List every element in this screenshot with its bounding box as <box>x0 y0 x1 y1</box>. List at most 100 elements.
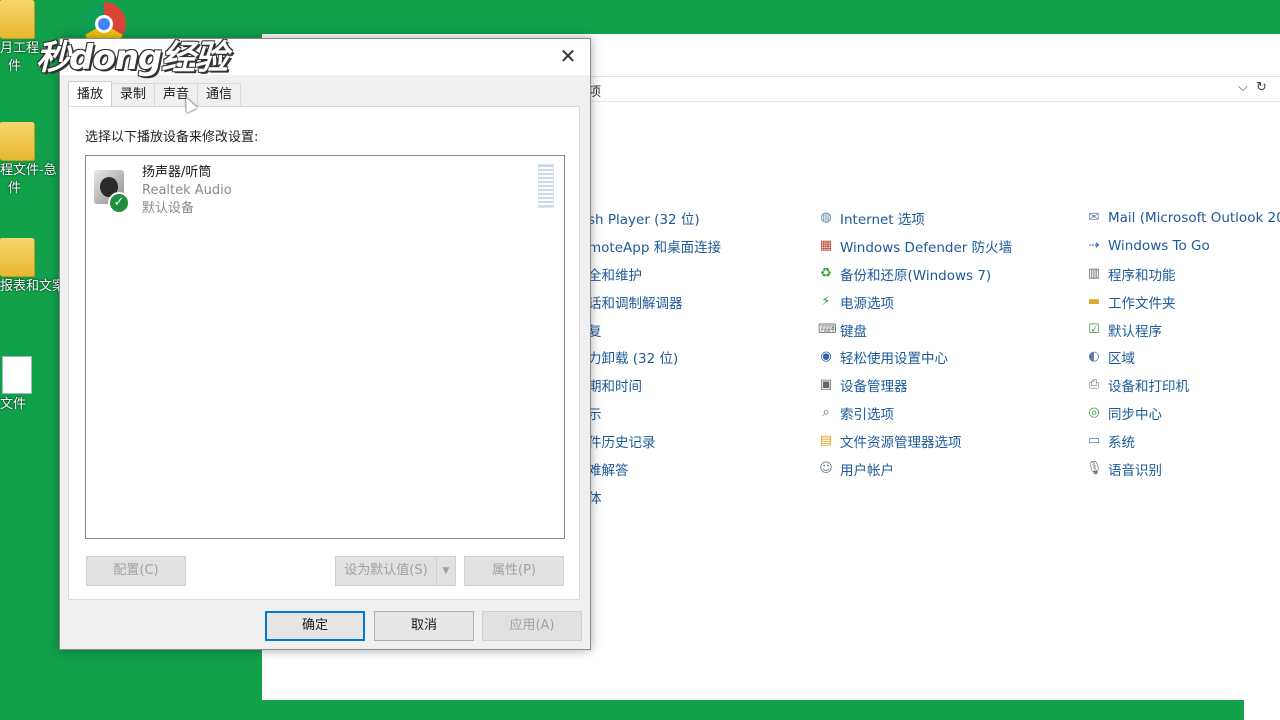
cp-item-label: 设备和打印机 <box>1108 379 1189 396</box>
cp-item-label: 期和时间 <box>588 379 642 396</box>
cp-item-label: 区域 <box>1108 351 1135 368</box>
desktop-folder-3[interactable]: 报表和文案 <box>0 238 65 296</box>
device-driver: Realtek Audio <box>142 183 232 198</box>
cp-item-label: sh Player (32 位) <box>588 211 700 228</box>
cp-item-label: moteApp 和桌面连接 <box>588 239 722 256</box>
cp-item-label: 索引选项 <box>840 407 894 424</box>
cp-item-label: 话和调制解调器 <box>588 295 683 312</box>
cp-item-internet-options[interactable]: ◍ Internet 选项 <box>818 204 1012 232</box>
tab-strip: 播放 录制 声音 通信 <box>68 81 242 107</box>
cp-item-uninstall[interactable]: 力卸载 (32 位) <box>588 343 721 371</box>
cp-item-label: Mail (Microsoft Outlook 20 <box>1108 209 1280 226</box>
device-item-speakers[interactable]: ✓ 扬声器/听筒 Realtek Audio 默认设备 <box>92 164 232 218</box>
cp-item-remoteapp[interactable]: moteApp 和桌面连接 <box>588 232 721 260</box>
cp-item-firewall[interactable]: ▦ Windows Defender 防火墙 <box>818 232 1012 260</box>
speaker-icon: ✓ <box>92 168 130 214</box>
cp-item-windows-to-go[interactable]: ⇢ Windows To Go <box>1086 232 1280 260</box>
control-panel-column-1: sh Player (32 位) moteApp 和桌面连接 全和维护 话和调制… <box>588 204 721 511</box>
cp-item-device-manager[interactable]: ▣ 设备管理器 <box>818 371 1012 399</box>
cp-item-label: 键盘 <box>840 323 867 340</box>
cp-item-label: 力卸载 (32 位) <box>588 351 679 368</box>
device-manager-icon: ▣ <box>819 377 833 393</box>
cp-item-recovery[interactable]: 复 <box>588 316 721 344</box>
document-icon <box>2 356 32 394</box>
globe-icon: ◍ <box>820 209 832 225</box>
usb-icon: ⇢ <box>1088 237 1100 253</box>
cp-item-user-accounts[interactable]: ☺ 用户帐户 <box>818 455 1012 483</box>
properties-button[interactable]: 属性(P) <box>464 556 564 586</box>
work-folders-icon: ▬ <box>1087 293 1101 309</box>
desktop-icon-label: 件 <box>8 181 22 196</box>
device-text: 扬声器/听筒 Realtek Audio 默认设备 <box>142 164 232 218</box>
configure-button[interactable]: 配置(C) <box>86 556 186 586</box>
folder-options-icon: ▤ <box>819 433 833 449</box>
watermark-logo: 秒dong经验 <box>36 38 228 78</box>
backup-icon: ♻ <box>820 265 832 281</box>
sync-icon: ◎ <box>1088 405 1100 421</box>
cp-item-phone-modem[interactable]: 话和调制解调器 <box>588 288 721 316</box>
cp-item-security[interactable]: 全和维护 <box>588 260 721 288</box>
sound-dialog: ✕ 播放 录制 声音 通信 选择以下播放设备来修改设置: ✓ 扬声器/听筒 Re… <box>59 38 591 650</box>
device-status: 默认设备 <box>142 201 195 216</box>
folder-icon <box>0 238 34 276</box>
mail-icon: ✉ <box>1088 209 1100 225</box>
cp-item-devices-printers[interactable]: ⎙ 设备和打印机 <box>1086 371 1280 399</box>
cp-item-display[interactable]: 示 <box>588 399 721 427</box>
cp-item-troubleshoot[interactable]: 难解答 <box>588 455 721 483</box>
close-icon[interactable]: ✕ <box>556 45 580 67</box>
cp-item-file-history[interactable]: 件历史记录 <box>588 427 721 455</box>
cp-item-label: 件历史记录 <box>588 435 656 452</box>
volume-level-meter <box>538 164 554 208</box>
cp-item-keyboard[interactable]: ⌨ 键盘 <box>818 316 1012 344</box>
cp-item-region[interactable]: ◐ 区域 <box>1086 343 1280 371</box>
chevron-down-icon[interactable]: ⌵ <box>1238 80 1248 95</box>
cp-item-label: 默认程序 <box>1108 323 1162 340</box>
ok-button[interactable]: 确定 <box>265 611 365 641</box>
cp-item-fonts[interactable]: 体 <box>588 483 721 511</box>
cp-item-work-folders[interactable]: ▬ 工作文件夹 <box>1086 288 1280 316</box>
cp-item-label: 备份和还原(Windows 7) <box>840 267 992 284</box>
cp-item-default-programs[interactable]: ☑ 默认程序 <box>1086 316 1280 344</box>
device-list[interactable]: ✓ 扬声器/听筒 Realtek Audio 默认设备 <box>85 155 565 539</box>
set-default-dropdown-arrow[interactable]: ▼ <box>436 556 456 586</box>
folder-icon <box>0 122 34 160</box>
desktop-icon-label: 程文件-急 <box>0 163 57 178</box>
cp-item-label: 工作文件夹 <box>1108 295 1176 312</box>
cp-item-indexing[interactable]: ⌕ 索引选项 <box>818 399 1012 427</box>
default-programs-icon: ☑ <box>1088 321 1100 337</box>
cp-item-label: 语音识别 <box>1108 462 1162 479</box>
system-icon: ▭ <box>1087 433 1101 449</box>
microphone-icon: 🎙 <box>1086 460 1103 476</box>
desktop-folder-2[interactable]: 程文件-急 件 <box>0 122 60 198</box>
cp-item-power[interactable]: ⚡ 电源选项 <box>818 288 1012 316</box>
cp-item-label: 轻松使用设置中心 <box>840 351 948 368</box>
cp-item-date-time[interactable]: 期和时间 <box>588 371 721 399</box>
cp-item-folder-options[interactable]: ▤ 文件资源管理器选项 <box>818 427 1012 455</box>
cp-item-flash[interactable]: sh Player (32 位) <box>588 204 721 232</box>
cp-item-system[interactable]: ▭ 系统 <box>1086 427 1280 455</box>
cp-item-sync-center[interactable]: ◎ 同步中心 <box>1086 399 1280 427</box>
cp-item-label: 同步中心 <box>1108 407 1162 424</box>
region-icon: ◐ <box>1088 349 1100 365</box>
cp-item-accessibility[interactable]: ◉ 轻松使用设置中心 <box>818 343 1012 371</box>
control-panel-column-2: ◍ Internet 选项 ▦ Windows Defender 防火墙 ♻ 备份和还… <box>818 204 1012 483</box>
cp-item-speech[interactable]: 🎙 语音识别 <box>1086 455 1280 483</box>
apply-button[interactable]: 应用(A) <box>482 611 582 641</box>
cp-item-label: 程序和功能 <box>1108 267 1176 284</box>
set-default-button[interactable]: 设为默认值(S) <box>335 556 437 586</box>
cp-item-label: 文件资源管理器选项 <box>840 435 962 452</box>
cancel-button[interactable]: 取消 <box>374 611 474 641</box>
tab-playback[interactable]: 播放 <box>68 81 113 106</box>
tab-communications[interactable]: 通信 <box>197 83 242 106</box>
keyboard-icon: ⌨ <box>818 321 837 337</box>
cp-item-mail[interactable]: ✉ Mail (Microsoft Outlook 20 <box>1086 204 1280 232</box>
cp-item-programs[interactable]: ▥ 程序和功能 <box>1086 260 1280 288</box>
desktop-document[interactable]: 文件 <box>0 356 60 414</box>
cp-item-backup[interactable]: ♻ 备份和还原(Windows 7) <box>818 260 1012 288</box>
cp-item-label: Windows Defender 防火墙 <box>840 239 1013 256</box>
cp-item-label: 难解答 <box>588 462 629 479</box>
tab-recording[interactable]: 录制 <box>111 83 156 106</box>
instruction-text: 选择以下播放设备来修改设置: <box>85 130 259 145</box>
device-name: 扬声器/听筒 <box>142 165 212 180</box>
refresh-icon[interactable]: ↻ <box>1256 80 1267 95</box>
